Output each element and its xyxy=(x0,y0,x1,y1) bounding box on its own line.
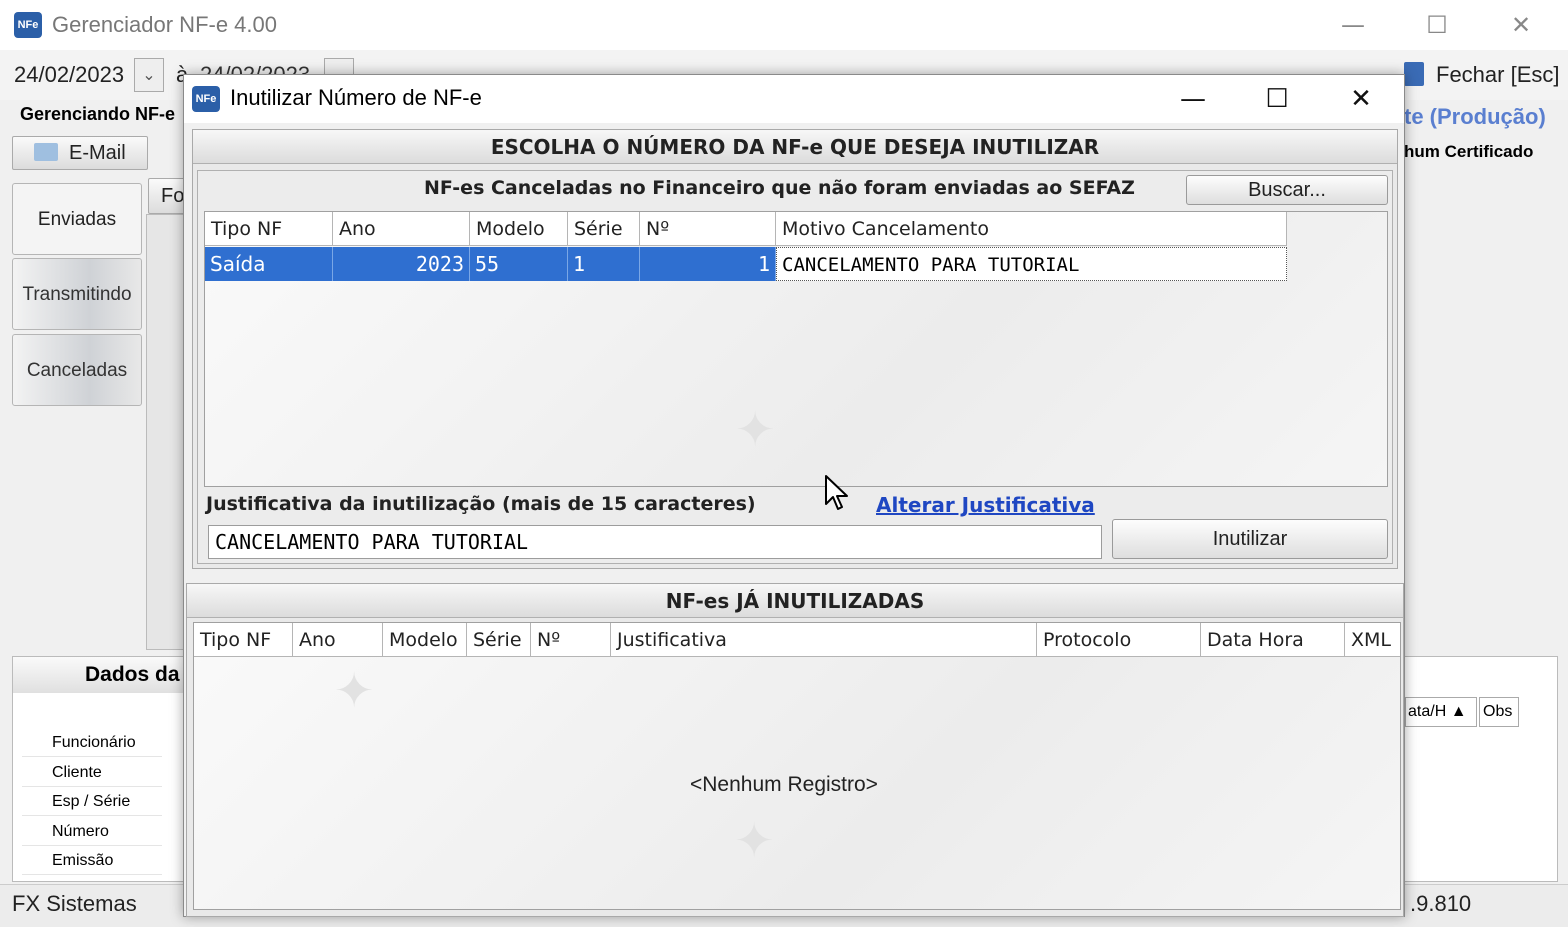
col-justificativa[interactable]: Justificativa xyxy=(611,623,1037,657)
email-button-label: E-Mail xyxy=(69,142,126,164)
dialog-minimize-icon[interactable]: — xyxy=(1164,79,1222,119)
col-numero[interactable]: Nº xyxy=(531,623,611,657)
col-data-hora[interactable]: Data Hora xyxy=(1201,623,1345,657)
col-ano[interactable]: Ano xyxy=(333,212,470,246)
dados-row-numero: Número xyxy=(22,817,162,846)
tab-canceladas[interactable]: Canceladas xyxy=(12,334,142,406)
exit-icon xyxy=(1404,62,1424,86)
dados-row-emissao: Emissão xyxy=(22,846,162,875)
justificativa-label: Justificativa da inutilização (mais de 1… xyxy=(206,493,756,515)
dialog-close-icon[interactable]: ✕ xyxy=(1332,79,1390,119)
cell-numero: 1 xyxy=(640,247,776,281)
dialog-titlebar: NFe Inutilizar Número de NF-e — ☐ ✕ xyxy=(184,75,1404,123)
col-numero[interactable]: Nº xyxy=(640,212,776,246)
tab-enviadas[interactable]: Enviadas xyxy=(12,183,142,255)
cell-serie: 1 xyxy=(568,247,640,281)
inutilizadas-title: NF-es JÁ INUTILIZADAS xyxy=(187,584,1403,618)
cell-tipo: Saída xyxy=(205,247,333,281)
dialog-title: Inutilizar Número de NF-e xyxy=(230,85,482,110)
col-protocolo[interactable]: Protocolo xyxy=(1037,623,1201,657)
alterar-justificativa-link[interactable]: Alterar Justificativa xyxy=(876,493,1095,517)
pending-grid-header: Tipo NF Ano Modelo Série Nº Motivo Cance… xyxy=(205,212,1287,246)
tab-transmitindo[interactable]: Transmitindo xyxy=(12,258,142,330)
col-ano[interactable]: Ano xyxy=(293,623,383,657)
minimize-icon[interactable]: — xyxy=(1330,5,1376,45)
managing-label: Gerenciando NF-e xyxy=(20,104,176,124)
right-col-obs[interactable]: Obs xyxy=(1479,697,1519,727)
dialog-maximize-icon[interactable]: ☐ xyxy=(1248,79,1306,119)
cell-ano: 2023 xyxy=(333,247,470,281)
cell-modelo: 55 xyxy=(470,247,568,281)
pending-grid: Tipo NF Ano Modelo Série Nº Motivo Cance… xyxy=(204,211,1388,487)
table-row[interactable]: Saída 2023 55 1 1 CANCELAMENTO PARA TUTO… xyxy=(205,247,1287,281)
list-panel xyxy=(146,214,186,650)
certificate-label: hum Certificado xyxy=(1404,142,1534,161)
col-modelo[interactable]: Modelo xyxy=(470,212,568,246)
date-from-field[interactable]: 24/02/2023 xyxy=(14,62,124,88)
email-button[interactable]: E-Mail xyxy=(12,136,148,170)
watermark-leaf-icon: ✦ xyxy=(735,402,776,458)
cell-motivo: CANCELAMENTO PARA TUTORIAL xyxy=(776,247,1287,281)
pending-group: NF-es Canceladas no Financeiro que não f… xyxy=(197,170,1393,564)
date-from-dropdown-icon[interactable]: ⌄ xyxy=(134,58,164,92)
email-icon xyxy=(34,143,58,161)
nfe-app-icon: NFe xyxy=(14,12,42,38)
choose-panel: ESCOLHA O NÚMERO DA NF-e QUE DESEJA INUT… xyxy=(192,129,1398,569)
pending-subheader: NF-es Canceladas no Financeiro que não f… xyxy=(424,177,1135,199)
empty-message: <Nenhum Registro> xyxy=(690,773,878,796)
filter-tab[interactable]: Fo xyxy=(148,178,188,214)
fechar-button[interactable]: Fechar [Esc] xyxy=(1436,62,1559,88)
inutilizadas-grid-header: Tipo NF Ano Modelo Série Nº Justificativ… xyxy=(194,623,1400,657)
maximize-icon[interactable]: ☐ xyxy=(1414,5,1460,45)
dialog-app-icon: NFe xyxy=(192,86,220,112)
inutilizadas-grid: Tipo NF Ano Modelo Série Nº Justificativ… xyxy=(193,622,1401,910)
col-serie[interactable]: Série xyxy=(467,623,531,657)
main-window-title: Gerenciador NF-e 4.00 xyxy=(52,12,277,37)
dados-row-funcionario: Funcionário xyxy=(22,728,162,757)
col-modelo[interactable]: Modelo xyxy=(383,623,467,657)
col-tipo-nf[interactable]: Tipo NF xyxy=(194,623,293,657)
dados-row-esp-serie: Esp / Série xyxy=(22,787,162,816)
dados-row-cliente: Cliente xyxy=(22,758,162,787)
dados-title: Dados da xyxy=(13,657,187,693)
right-col-data-hora-label: ata/H xyxy=(1408,703,1447,720)
filter-tab-label: Fo xyxy=(161,185,185,207)
col-xml[interactable]: XML xyxy=(1345,623,1400,657)
status-company: FX Sistemas xyxy=(12,891,137,916)
buscar-button[interactable]: Buscar... xyxy=(1186,175,1388,205)
close-icon[interactable]: ✕ xyxy=(1498,5,1544,45)
col-motivo[interactable]: Motivo Cancelamento xyxy=(776,212,1287,246)
inutilizadas-panel: NF-es JÁ INUTILIZADAS Tipo NF Ano Modelo… xyxy=(186,583,1404,917)
status-version: .9.810 xyxy=(1410,891,1472,916)
col-tipo-nf[interactable]: Tipo NF xyxy=(205,212,333,246)
watermark-leaf-icon: ✦ xyxy=(734,813,775,869)
environment-label: te (Produção) xyxy=(1404,104,1546,129)
main-titlebar: NFe Gerenciador NF-e 4.00 — ☐ ✕ xyxy=(0,0,1568,50)
inutilizar-button[interactable]: Inutilizar xyxy=(1112,519,1388,559)
col-serie[interactable]: Série xyxy=(568,212,640,246)
justificativa-input[interactable]: CANCELAMENTO PARA TUTORIAL xyxy=(208,525,1102,559)
right-grid-panel: ata/H ▲ Obs xyxy=(1404,656,1558,882)
choose-panel-title: ESCOLHA O NÚMERO DA NF-e QUE DESEJA INUT… xyxy=(193,130,1397,164)
mouse-cursor-icon xyxy=(825,475,848,510)
right-col-data-hora[interactable]: ata/H ▲ xyxy=(1405,697,1477,727)
inutilizar-dialog: NFe Inutilizar Número de NF-e — ☐ ✕ ESCO… xyxy=(183,74,1405,917)
watermark-leaf-icon: ✦ xyxy=(334,663,375,719)
